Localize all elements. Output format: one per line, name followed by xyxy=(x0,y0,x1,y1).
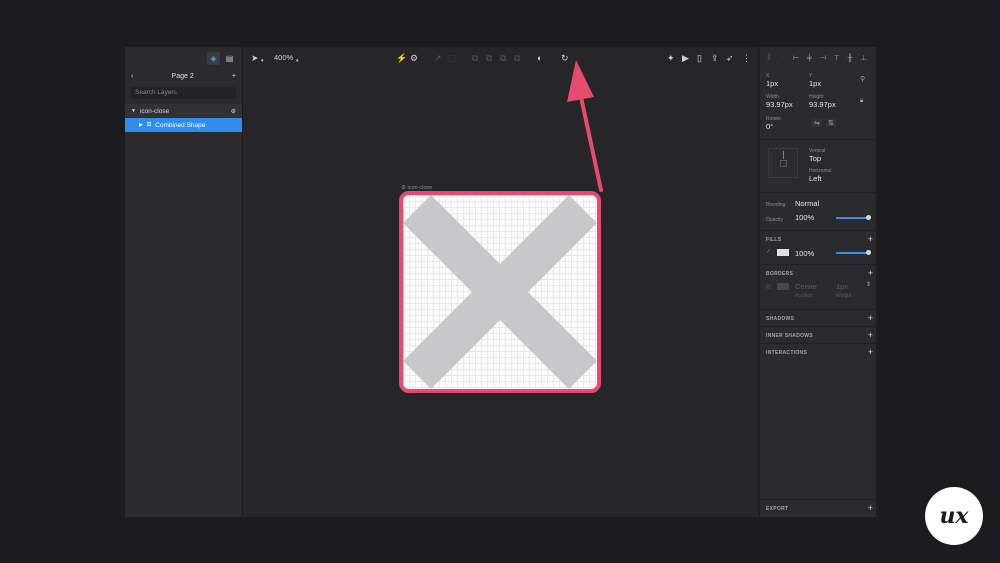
align-right-icon[interactable]: ⊣ xyxy=(818,54,828,62)
fills-header: FILLS xyxy=(766,237,782,243)
close-x-shape-icon[interactable] xyxy=(403,195,597,389)
canvas[interactable]: ➤ ▾ 400% ▾ ⚡ ⚙ ↗ ⬚ ⧉ ⧉ ⧉ ⧉ ◐ ↻ ✦ ▶ ▯ ⇪ ➶… xyxy=(244,47,758,517)
inner-shadows-header: INNER SHADOWS xyxy=(766,333,813,339)
ux-logo: ux xyxy=(925,487,983,545)
blending-label: Blending xyxy=(766,202,786,208)
editor-window: ◈ ▤ ‹ Page 2 + Search Layers ▼ icon-clos… xyxy=(125,47,876,517)
prototype-hotspot-icon[interactable]: ✦ xyxy=(667,52,675,64)
fills-section: FILLS + ✓ 100% xyxy=(760,230,876,264)
page-selector[interactable]: ‹ Page 2 + xyxy=(125,69,242,83)
add-fill-icon[interactable]: + xyxy=(868,235,873,244)
opacity-field[interactable]: 100% xyxy=(795,213,814,222)
more-options-icon[interactable]: ⋮ xyxy=(742,52,751,64)
add-shadow-icon[interactable]: + xyxy=(868,314,873,323)
fill-enabled-checkbox[interactable]: ✓ xyxy=(766,248,771,255)
vertical-select[interactable]: Top xyxy=(809,154,821,163)
play-icon[interactable]: ▶ xyxy=(682,52,689,64)
layers-panel: ◈ ▤ ‹ Page 2 + Search Layers ▼ icon-clos… xyxy=(125,47,243,517)
zoom-dropdown-icon[interactable]: ▾ xyxy=(296,55,299,67)
inner-shadows-section: INNER SHADOWS + xyxy=(760,326,876,343)
border-stepper-icon[interactable]: ⇕ xyxy=(866,281,871,288)
export-header: EXPORT xyxy=(766,506,789,512)
align-center-icon[interactable]: ╪ xyxy=(805,55,815,62)
border-color-swatch[interactable] xyxy=(777,283,789,290)
pointer-dropdown-icon[interactable]: ▾ xyxy=(261,55,264,67)
align-middle-icon[interactable]: ╫ xyxy=(845,55,855,62)
fill-opacity-slider[interactable] xyxy=(836,252,869,254)
flip-horizontal-icon[interactable]: ⇋ xyxy=(812,119,822,127)
opacity-label: Opacity xyxy=(766,217,783,223)
opacity-slider[interactable] xyxy=(836,217,869,219)
layer-name: Combined Shape xyxy=(155,121,206,129)
device-preview-icon[interactable]: ▯ xyxy=(697,52,702,64)
add-inner-shadow-icon[interactable]: + xyxy=(868,331,873,340)
distribute-h-icon[interactable]: ⫼ xyxy=(764,54,774,62)
add-page-icon[interactable]: + xyxy=(232,73,236,80)
interactions-section: INTERACTIONS + xyxy=(760,343,876,360)
border-weight-label: Weight xyxy=(836,293,852,299)
shadows-header: SHADOWS xyxy=(766,316,795,322)
align-left-icon[interactable]: ⊢ xyxy=(791,54,801,62)
width-field[interactable]: 93.97px xyxy=(766,100,793,109)
add-interaction-icon[interactable]: + xyxy=(868,348,873,357)
inspector-panel: ⫼ ⫶ ⊢ ╪ ⊣ ⊤ ╫ ⊥ X 1px Y 1px ⚲ Width 93.9… xyxy=(759,47,876,517)
export-section: EXPORT + xyxy=(760,499,876,517)
combined-shape-icon: ⧉ xyxy=(146,121,152,128)
pointer-tool-icon[interactable]: ➤ xyxy=(251,52,259,64)
fill-opacity-field[interactable]: 100% xyxy=(795,249,814,258)
flip-vertical-icon[interactable]: ⇅ xyxy=(826,119,836,127)
document-tab-icon[interactable]: ▤ xyxy=(223,52,236,65)
caret-right-icon[interactable]: ▶ xyxy=(139,122,143,128)
border-checkbox[interactable] xyxy=(766,284,771,289)
symbol-lightning-icon[interactable]: ⚡ xyxy=(396,52,407,64)
zoom-level[interactable]: 400% xyxy=(274,52,293,64)
x-field[interactable]: 1px xyxy=(766,79,778,88)
share-icon[interactable]: ⇪ xyxy=(711,52,719,64)
page-title: Page 2 xyxy=(171,72,194,80)
annotation-arrow xyxy=(567,60,603,192)
resizing-constraints-control[interactable] xyxy=(768,148,798,178)
fill-color-swatch[interactable] xyxy=(777,249,789,256)
add-export-icon[interactable]: + xyxy=(868,504,873,513)
y-field[interactable]: 1px xyxy=(809,79,821,88)
alignment-toolbar: ⫼ ⫶ ⊢ ╪ ⊣ ⊤ ╫ ⊥ xyxy=(760,47,876,69)
interactions-header: INTERACTIONS xyxy=(766,350,808,356)
back-chevron-icon[interactable]: ‹ xyxy=(131,73,133,80)
opacity-slider-handle[interactable] xyxy=(866,215,871,220)
rotate-field[interactable]: 0° xyxy=(766,122,773,131)
blending-select[interactable]: Normal xyxy=(795,199,819,208)
add-border-icon[interactable]: + xyxy=(868,269,873,278)
border-position-select[interactable]: Center xyxy=(795,282,818,291)
layer-name: icon-close xyxy=(139,107,170,115)
artboard-icon-close[interactable] xyxy=(399,191,601,393)
borders-section: BORDERS + Center Position 1px Weight ⇕ xyxy=(760,264,876,309)
edit-path-icon[interactable]: ↗ xyxy=(434,52,442,64)
distribute-v-icon[interactable]: ⫶ xyxy=(778,54,788,62)
settings-gear-icon[interactable]: ⚙ xyxy=(410,52,418,64)
layers-tab-icon[interactable]: ◈ xyxy=(207,51,220,65)
horizontal-select[interactable]: Left xyxy=(809,174,822,183)
symbol-icon: ⚙ xyxy=(230,108,236,115)
appearance-section: Blending Normal Opacity 100% xyxy=(760,192,876,230)
border-position-label: Position xyxy=(795,293,813,299)
height-field[interactable]: 93.97px xyxy=(809,100,836,109)
search-layers-input[interactable]: Search Layers xyxy=(131,87,236,99)
pin-icon[interactable]: ⚲ xyxy=(860,75,865,83)
borders-header: BORDERS xyxy=(766,271,794,277)
panel-switcher: ◈ ▤ xyxy=(125,47,242,69)
caret-down-icon[interactable]: ▼ xyxy=(131,108,136,114)
resizing-section: Vertical Top Horizontal Left xyxy=(760,139,876,192)
align-bottom-icon[interactable]: ⊥ xyxy=(859,54,869,62)
layer-group-icon-close[interactable]: ▼ icon-close ⚙ xyxy=(125,104,242,118)
align-top-icon[interactable]: ⊤ xyxy=(832,54,842,62)
layer-combined-shape[interactable]: ▶ ⧉ Combined Shape xyxy=(125,118,242,132)
lock-ratio-icon[interactable]: 🔒︎ xyxy=(860,98,863,105)
fill-opacity-handle[interactable] xyxy=(866,250,871,255)
border-weight-field[interactable]: 1px xyxy=(836,282,848,291)
shadows-section: SHADOWS + xyxy=(760,309,876,326)
publish-rocket-icon[interactable]: ➶ xyxy=(726,52,734,64)
